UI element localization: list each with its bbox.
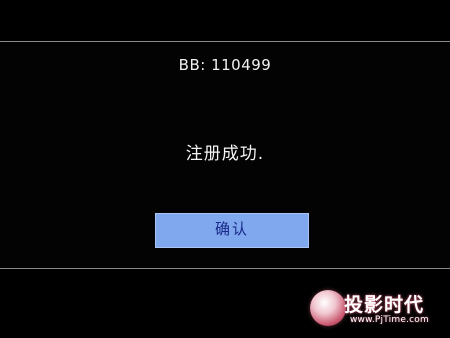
bottom-divider	[0, 268, 450, 269]
watermark-title: 投影时代	[344, 294, 425, 316]
screen: BB: 110499 注册成功. 确认 投影时代 www.PjTime.com	[0, 0, 450, 338]
success-message: 注册成功.	[185, 144, 265, 164]
registration-code-line: BB: 110499	[0, 56, 450, 74]
watermark-logo: 投影时代 www.PjTime.com	[310, 288, 440, 330]
code-value: 110499	[211, 56, 272, 74]
watermark-url: www.PjTime.com	[350, 315, 429, 325]
code-label: BB:	[178, 56, 206, 74]
confirm-button[interactable]: 确认	[155, 213, 309, 248]
logo-globe-icon	[310, 290, 346, 326]
